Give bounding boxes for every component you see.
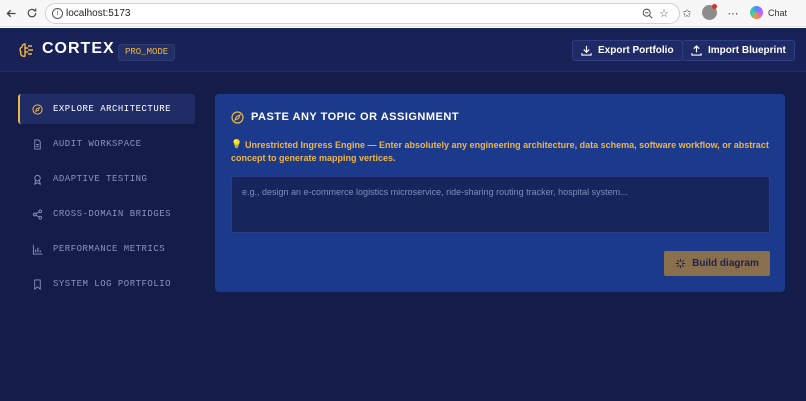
- sparkle-icon: [676, 258, 686, 269]
- favorite-star-icon[interactable]: ☆: [657, 6, 671, 20]
- copilot-icon[interactable]: [750, 6, 763, 19]
- export-portfolio-button[interactable]: Export Portfolio: [572, 40, 683, 61]
- app-root: CORTEX PRO_MODE Export Portfolio Import …: [0, 28, 806, 401]
- panel-title: PASTE ANY TOPIC OR ASSIGNMENT: [251, 111, 460, 123]
- address-bar[interactable]: i localhost:5173: [45, 3, 680, 24]
- download-icon: [581, 45, 592, 56]
- reload-icon[interactable]: [24, 5, 40, 21]
- sidebar-item-label: PERFORMANCE METRICS: [53, 244, 166, 254]
- export-portfolio-label: Export Portfolio: [598, 45, 674, 56]
- ingress-notice: Unrestricted Ingress Engine — Enter abso…: [231, 140, 769, 163]
- compass-icon: [32, 103, 43, 115]
- pro-mode-badge: PRO_MODE: [118, 44, 176, 61]
- sidebar-item-system-log-portfolio[interactable]: SYSTEM LOG PORTFOLIO: [18, 269, 195, 299]
- sidebar-item-label: SYSTEM LOG PORTFOLIO: [53, 279, 172, 289]
- brand-name: CORTEX: [42, 40, 115, 57]
- upload-icon: [691, 45, 702, 56]
- back-icon[interactable]: [3, 5, 19, 21]
- site-info-icon[interactable]: i: [52, 8, 63, 19]
- share-icon: [32, 208, 43, 220]
- topic-panel: PASTE ANY TOPIC OR ASSIGNMENT 💡 Unrestri…: [215, 94, 785, 292]
- zoom-icon[interactable]: [640, 6, 654, 20]
- sidebar-item-adaptive-testing[interactable]: ADAPTIVE TESTING: [18, 164, 195, 194]
- sidebar-item-explore-architecture[interactable]: EXPLORE ARCHITECTURE: [18, 94, 195, 124]
- app-header: CORTEX PRO_MODE Export Portfolio Import …: [0, 28, 806, 72]
- bar-chart-icon: [32, 244, 43, 255]
- sidebar-item-label: CROSS-DOMAIN BRIDGES: [53, 209, 172, 219]
- sidebar-item-performance-metrics[interactable]: PERFORMANCE METRICS: [18, 234, 195, 264]
- notification-dot: [712, 4, 717, 9]
- chat-button[interactable]: Chat: [768, 8, 787, 18]
- document-icon: [34, 138, 41, 150]
- bookmark-icon: [34, 278, 41, 290]
- browser-toolbar: i localhost:5173 ☆ ✩ ⋯ Chat: [0, 0, 806, 27]
- brain-logo-icon: [19, 43, 33, 57]
- build-diagram-button[interactable]: Build diagram: [664, 251, 770, 276]
- import-blueprint-label: Import Blueprint: [708, 45, 786, 56]
- url-text: localhost:5173: [66, 8, 131, 19]
- build-diagram-label: Build diagram: [692, 258, 759, 269]
- favorites-icon[interactable]: ✩: [680, 6, 694, 20]
- compass-icon: [231, 111, 244, 124]
- award-icon: [34, 174, 41, 185]
- sidebar-item-label: EXPLORE ARCHITECTURE: [53, 104, 172, 114]
- sidebar-item-label: AUDIT WORKSPACE: [53, 139, 142, 149]
- sidebar-item-label: ADAPTIVE TESTING: [53, 174, 148, 184]
- sidebar-item-cross-domain-bridges[interactable]: CROSS-DOMAIN BRIDGES: [18, 199, 195, 229]
- topic-input[interactable]: [231, 176, 770, 233]
- more-menu-icon[interactable]: ⋯: [726, 6, 740, 20]
- import-blueprint-button[interactable]: Import Blueprint: [682, 40, 795, 61]
- sidebar-item-audit-workspace[interactable]: AUDIT WORKSPACE: [18, 129, 195, 159]
